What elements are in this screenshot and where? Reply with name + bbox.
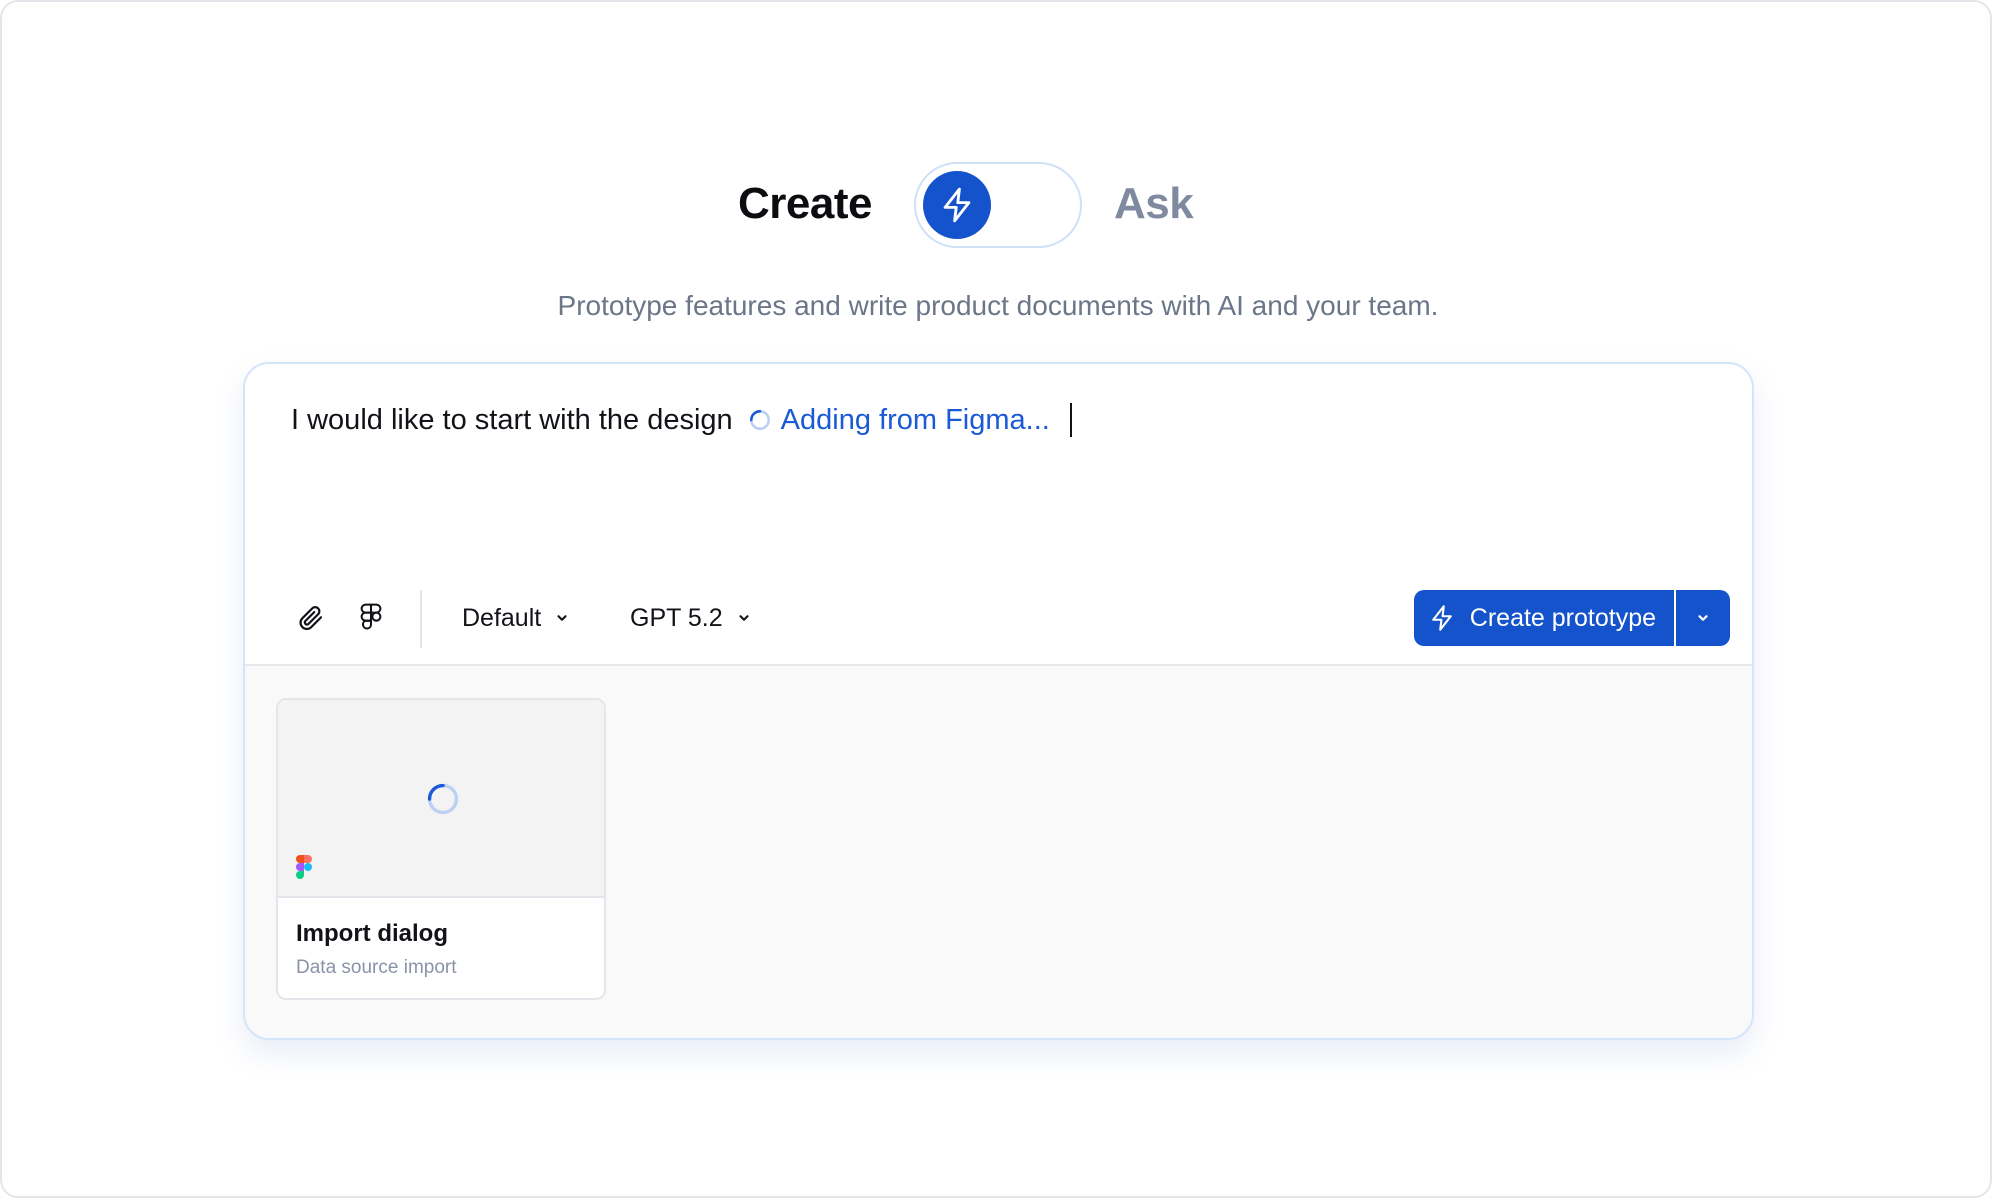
attachments-tray: Import dialog Data source import: [245, 664, 1752, 1038]
attachment-thumbnail: [278, 700, 604, 898]
spinner-icon: [749, 410, 770, 430]
prompt-text: I would like to start with the design: [291, 403, 733, 436]
text-cursor: [1069, 403, 1072, 437]
attachment-card[interactable]: Import dialog Data source import: [276, 698, 606, 1000]
figma-status-text: Adding from Figma...: [780, 403, 1050, 436]
composer-toolbar: Default GPT 5.2 Create prototype: [245, 590, 1752, 648]
chevron-down-icon: [557, 615, 567, 621]
figma-logo-icon: [296, 855, 312, 879]
figma-icon: [360, 603, 382, 630]
mode-ask-label[interactable]: Ask: [1114, 179, 1194, 229]
attachment-title: Import dialog: [296, 920, 448, 947]
toggle-knob[interactable]: [923, 171, 991, 239]
style-select-value: Default: [462, 603, 542, 632]
spinner-icon: [427, 783, 459, 815]
create-options-dropdown[interactable]: [1674, 590, 1730, 646]
lightning-icon: [943, 187, 971, 223]
paperclip-icon: [299, 606, 323, 631]
lightning-icon: [1431, 605, 1452, 631]
model-select-value: GPT 5.2: [630, 603, 723, 632]
chevron-down-icon: [739, 615, 749, 621]
page-subtitle: Prototype features and write product doc…: [557, 290, 1439, 321]
create-prototype-button[interactable]: Create prototype: [1413, 590, 1674, 646]
mode-switcher: Create Ask: [2, 159, 1992, 251]
toolbar-divider: [420, 590, 422, 648]
app-frame: Create Ask Prototype features and write …: [0, 0, 1992, 1198]
model-select[interactable]: GPT 5.2: [630, 598, 751, 638]
mode-create-label[interactable]: Create: [738, 179, 872, 229]
chevron-down-icon: [1698, 615, 1708, 621]
style-select[interactable]: Default: [462, 598, 569, 638]
figma-import-button[interactable]: [351, 598, 391, 638]
create-prototype-split-button: Create prototype: [1413, 590, 1730, 646]
attach-button[interactable]: [291, 598, 331, 638]
create-prototype-label: Create prototype: [1469, 603, 1656, 632]
figma-import-status: Adding from Figma...: [749, 404, 1050, 437]
mode-toggle[interactable]: [914, 162, 1082, 248]
prompt-composer: I would like to start with the design Ad…: [243, 362, 1754, 1040]
attachment-subtitle: Data source import: [296, 957, 457, 978]
prompt-input[interactable]: I would like to start with the design Ad…: [291, 398, 1072, 442]
